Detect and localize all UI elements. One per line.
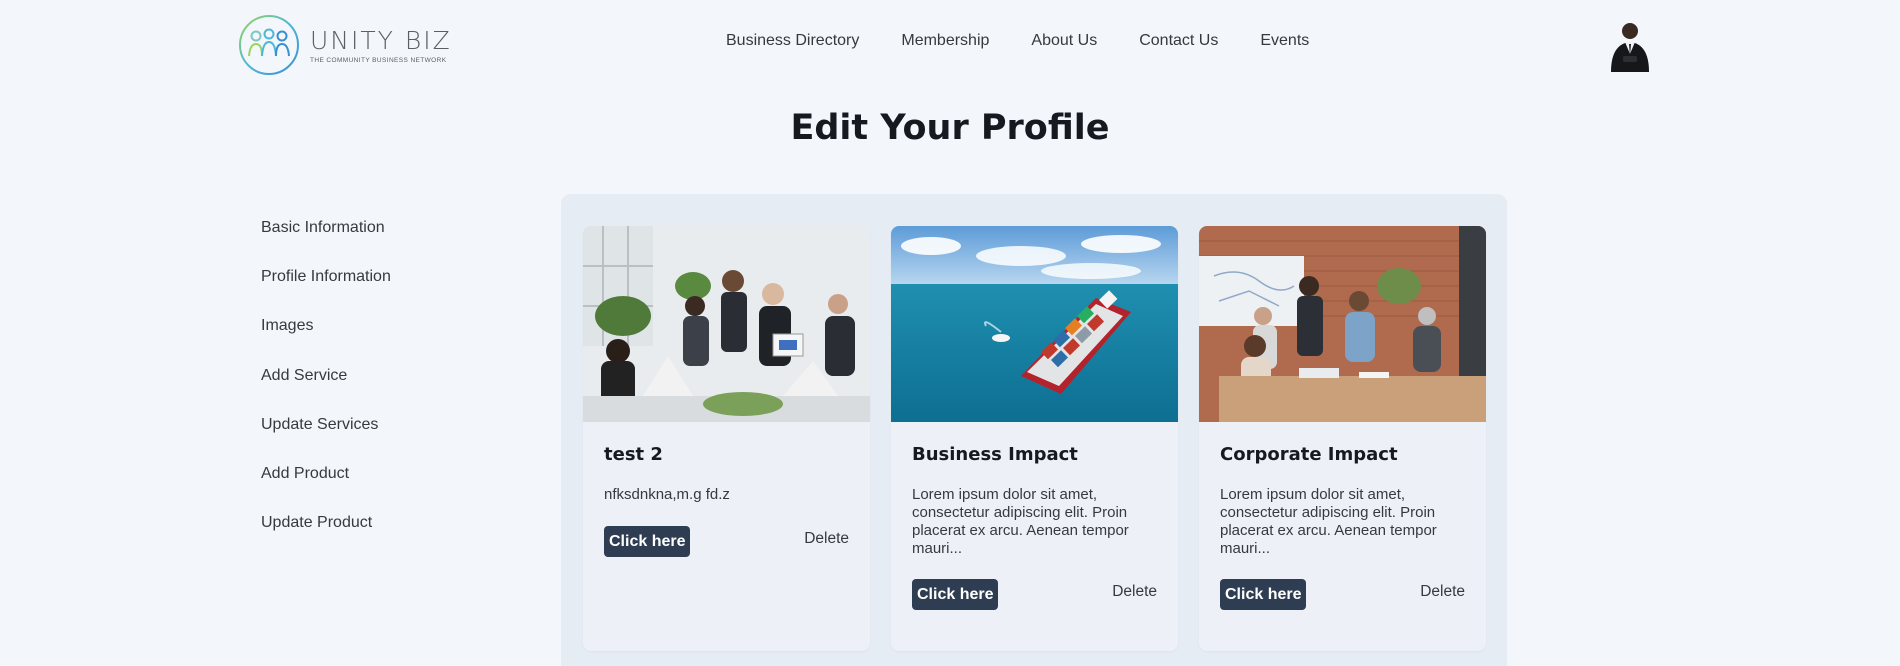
site-header: UNITY BIZ THE COMMUNITY BUSINESS NETWORK… [0,0,1900,88]
sidebar-item-update-services[interactable]: Update Services [261,413,391,462]
delete-link[interactable]: Delete [804,530,849,548]
logo-people-icon [239,15,299,75]
nav-events[interactable]: Events [1260,32,1309,50]
logo-title: UNITY BIZ [310,25,452,55]
logo[interactable]: UNITY BIZ THE COMMUNITY BUSINESS NETWORK [238,14,452,76]
sidebar-item-update-product[interactable]: Update Product [261,511,391,560]
card-title: test 2 [604,444,663,465]
nav-membership[interactable]: Membership [901,32,989,50]
click-here-button[interactable]: Click here [912,579,999,610]
logo-subtitle: THE COMMUNITY BUSINESS NETWORK [310,56,447,64]
service-card: Corporate Impact Lorem ipsum dolor sit a… [1199,226,1486,651]
sidebar-item-profile-information[interactable]: Profile Information [261,265,391,314]
page-title: Edit Your Profile [790,108,1110,148]
service-card: test 2 nfksdnkna,m.g fd.z Click here Del… [583,226,870,651]
delete-link[interactable]: Delete [1112,583,1157,601]
nav-about-us[interactable]: About Us [1031,32,1097,50]
click-here-button[interactable]: Click here [604,526,691,557]
sidebar-item-add-product[interactable]: Add Product [261,462,391,511]
cargo-ship-photo [891,226,1178,422]
sidebar-item-basic-information[interactable]: Basic Information [261,216,391,265]
profile-sidebar: Basic Information Profile Information Im… [261,216,391,560]
click-here-button[interactable]: Click here [1220,579,1307,610]
nav-business-directory[interactable]: Business Directory [726,32,859,50]
card-title: Business Impact [912,444,1078,465]
team-meeting-photo [1199,226,1486,422]
sidebar-item-images[interactable]: Images [261,314,391,363]
user-avatar[interactable] [1608,20,1652,72]
card-description: Lorem ipsum dolor sit amet, consectetur … [1220,486,1437,557]
delete-link[interactable]: Delete [1420,583,1465,601]
office-meeting-photo [583,226,870,422]
card-description: Lorem ipsum dolor sit amet, consectetur … [912,486,1129,557]
card-title: Corporate Impact [1220,444,1398,465]
card-description: nfksdnkna,m.g fd.z [604,486,730,503]
service-card: Business Impact Lorem ipsum dolor sit am… [891,226,1178,651]
nav-contact-us[interactable]: Contact Us [1139,32,1218,50]
sidebar-item-add-service[interactable]: Add Service [261,364,391,413]
main-nav: Business Directory Membership About Us C… [726,32,1351,50]
